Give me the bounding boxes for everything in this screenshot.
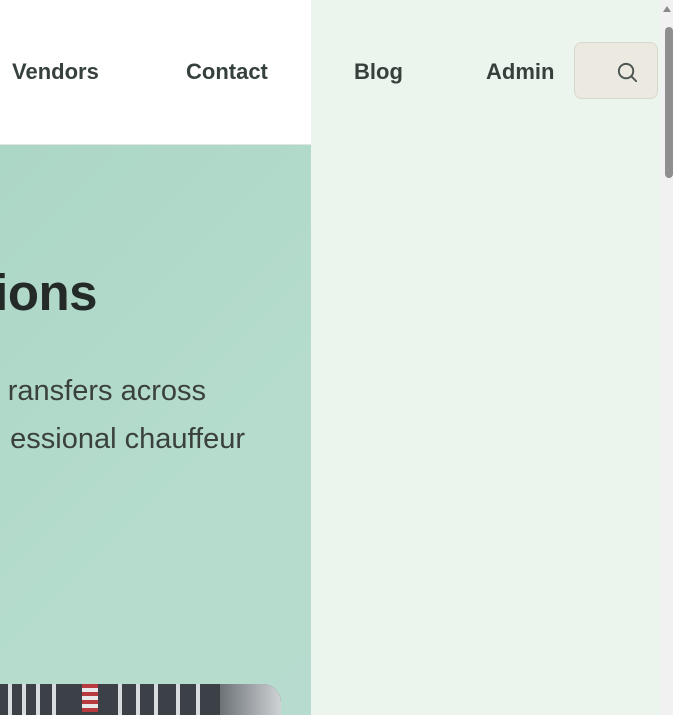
hero-image (0, 684, 281, 715)
nav-link-contact[interactable]: Contact (186, 58, 268, 86)
scroll-up-arrow-icon[interactable] (663, 6, 671, 12)
scrollbar-thumb[interactable] (665, 27, 673, 178)
nav-link-admin[interactable]: Admin (486, 58, 554, 86)
search-icon (617, 62, 638, 83)
hero-title: ions (0, 264, 97, 321)
nav-link-blog[interactable]: Blog (354, 58, 403, 86)
hero-description-line-1: ransfers across (7, 375, 206, 407)
hero-section: ions ransfers across essional chauffeur (0, 145, 311, 715)
hero-description-line-2: essional chauffeur (10, 423, 245, 455)
search-button[interactable] (574, 42, 658, 99)
page-left-column: ions ransfers across essional chauffeur (0, 0, 311, 715)
flag-graphic (82, 684, 98, 712)
vertical-scrollbar[interactable] (660, 0, 673, 715)
nav-link-vendors[interactable]: Vendors (12, 58, 99, 86)
